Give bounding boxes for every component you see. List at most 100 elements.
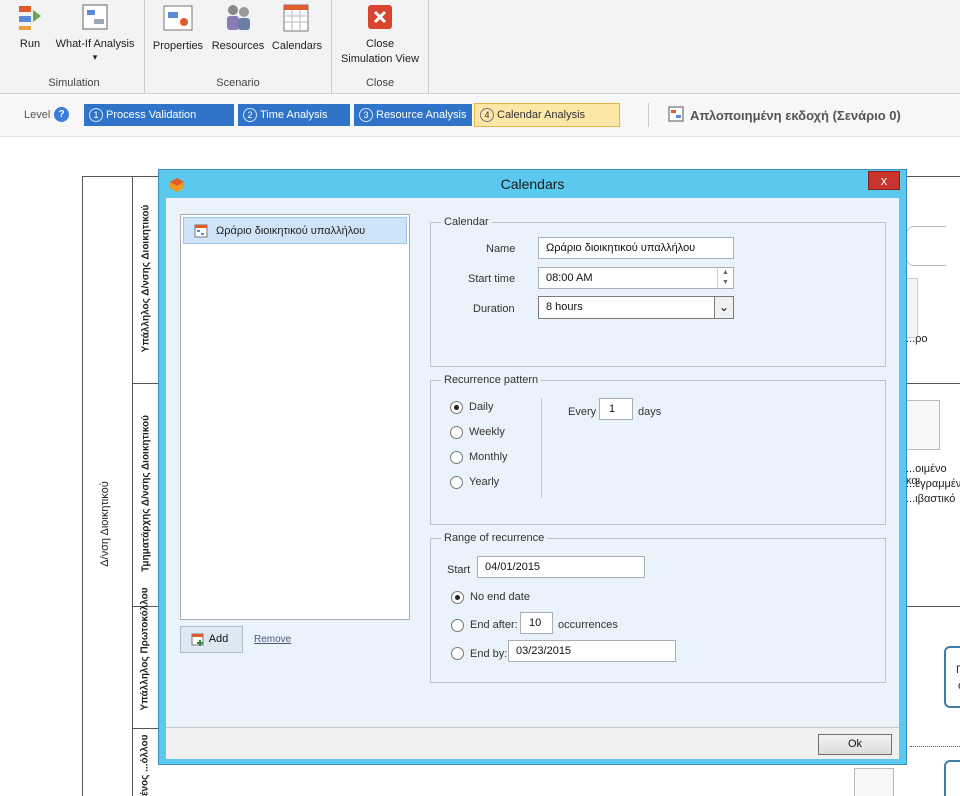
calendars-label: Calendars <box>271 40 323 52</box>
every-label: Every <box>568 406 597 418</box>
end-by-radio[interactable] <box>451 647 464 660</box>
diagram-icon <box>668 106 684 122</box>
lane-label: Υπάλληλος Πρωτοκόλλου <box>139 587 151 711</box>
step-calendar-analysis[interactable]: 4 Calendar Analysis <box>474 103 620 127</box>
end-after-radio[interactable] <box>451 619 464 632</box>
ribbon: Run What-If Analysis ▾ Simulation Proper… <box>0 0 960 94</box>
pool-divider <box>132 176 133 796</box>
step-number: 2 <box>243 108 257 122</box>
name-label: Name <box>486 243 516 255</box>
weekly-label: Weekly <box>469 426 505 438</box>
separator <box>648 103 649 127</box>
task-shape: Π ό <box>944 646 960 708</box>
run-label: Run <box>19 38 41 50</box>
add-calendar-icon <box>191 633 204 646</box>
separator <box>541 398 542 498</box>
list-item-label: Ωράριο διοικητικού υπαλλήλου <box>216 225 366 237</box>
properties-icon <box>163 5 193 31</box>
remove-link[interactable]: Remove <box>254 634 291 645</box>
spinner-icon[interactable]: ▲ ▼ <box>717 268 733 288</box>
close-label-1: Close <box>365 38 395 50</box>
step-number: 1 <box>89 108 103 122</box>
yearly-radio[interactable] <box>450 476 463 489</box>
range-group: Range of recurrence Start 04/01/2015 No … <box>430 532 886 683</box>
lane-label: Υπάλληλος Δ/νσης Διοικητικού <box>140 204 152 353</box>
resources-label: Resources <box>211 40 265 52</box>
end-by-label: End by: <box>470 648 508 660</box>
name-input[interactable]: Ωράριο διοικητικού υπαλλήλου <box>538 237 734 259</box>
lane-label: ...μένος ...όλλου <box>139 734 151 796</box>
daily-label: Daily <box>469 401 494 413</box>
no-end-date-radio[interactable] <box>451 591 464 604</box>
weekly-radio[interactable] <box>450 426 463 439</box>
chevron-down-icon: ▾ <box>92 52 98 62</box>
yearly-label: Yearly <box>469 476 500 488</box>
range-legend: Range of recurrence <box>441 532 548 544</box>
dialog-footer: Ok <box>166 727 899 759</box>
occurrences-input[interactable]: 10 <box>520 612 553 634</box>
range-start-input[interactable]: 04/01/2015 <box>477 556 645 578</box>
task-shape <box>906 226 946 266</box>
document-shape <box>854 768 894 796</box>
dialog-title: Calendars <box>500 176 565 192</box>
help-icon[interactable]: ? <box>54 107 69 122</box>
pool-label: Δ/νση Διοικητικού <box>99 481 111 567</box>
run-icon <box>19 6 41 30</box>
start-time-label: Start time <box>468 273 516 285</box>
recurrence-group: Recurrence pattern Daily Weekly Monthly … <box>430 374 886 525</box>
connector <box>910 746 960 747</box>
properties-label: Properties <box>152 40 204 52</box>
group-simulation: Simulation <box>48 77 100 89</box>
level-label: Level <box>24 109 51 121</box>
list-item[interactable]: Ωράριο διοικητικού υπαλλήλου <box>183 217 407 244</box>
group-scenario: Scenario <box>216 77 260 89</box>
dialog-body: Ωράριο διοικητικού υπαλλήλου Add Remove … <box>166 198 899 727</box>
properties-button[interactable]: Properties <box>150 2 206 74</box>
step-resource-analysis[interactable]: 3 Resource Analysis <box>354 104 472 126</box>
end-after-label: End after: <box>470 619 518 631</box>
daily-radio[interactable] <box>450 401 463 414</box>
start-time-value: 08:00 AM <box>546 272 593 284</box>
days-label: days <box>638 406 662 418</box>
every-input[interactable]: 1 <box>599 398 633 420</box>
range-start-label: Start <box>447 564 471 576</box>
what-if-label: What-If Analysis <box>55 38 135 50</box>
what-if-analysis-button[interactable]: What-If Analysis ▾ <box>52 2 138 74</box>
close-simulation-view-button[interactable]: Close Simulation View <box>334 2 426 74</box>
start-time-input[interactable]: 08:00 AM ▲ ▼ <box>538 267 734 289</box>
document-shape <box>906 278 918 338</box>
what-if-icon <box>82 4 108 30</box>
chevron-down-icon[interactable]: ⌄ <box>714 297 733 318</box>
resources-button[interactable]: Resources <box>210 2 266 74</box>
shape-text: ...ρο <box>906 333 928 345</box>
monthly-radio[interactable] <box>450 451 463 464</box>
calendar-icon <box>194 224 208 238</box>
close-button[interactable]: x <box>868 171 900 190</box>
calendars-button[interactable]: Calendars <box>268 2 326 74</box>
step-time-analysis[interactable]: 2 Time Analysis <box>238 104 350 126</box>
step-label: Calendar Analysis <box>497 109 586 121</box>
duration-value: 8 hours <box>546 301 583 313</box>
occurrences-label: occurrences <box>558 619 618 631</box>
shape-text: ...εγραμμένο <box>906 478 960 490</box>
shape-text: Π <box>956 664 960 676</box>
step-label: Time Analysis <box>260 109 328 121</box>
calendar-icon <box>283 4 309 32</box>
end-by-input[interactable]: 03/23/2015 <box>508 640 676 662</box>
duration-select[interactable]: 8 hours ⌄ <box>538 296 734 319</box>
separator <box>428 0 429 94</box>
ok-button[interactable]: Ok <box>818 734 892 755</box>
group-close: Close <box>365 77 395 89</box>
step-label: Resource Analysis <box>376 109 467 121</box>
calendar-group: Calendar Name Ωράριο διοικητικού υπαλλήλ… <box>430 216 886 367</box>
lane-divider <box>906 606 960 607</box>
add-button[interactable]: Add <box>180 626 243 653</box>
run-button[interactable]: Run <box>10 2 50 74</box>
lane-label: Τμηματάρχης Δ/νσης Διοικητικού <box>140 415 152 572</box>
lane-divider <box>906 383 960 384</box>
duration-label: Duration <box>473 303 515 315</box>
no-end-date-label: No end date <box>470 591 530 603</box>
step-process-validation[interactable]: 1 Process Validation <box>84 104 234 126</box>
step-number: 3 <box>359 108 373 122</box>
resources-icon <box>227 5 250 30</box>
